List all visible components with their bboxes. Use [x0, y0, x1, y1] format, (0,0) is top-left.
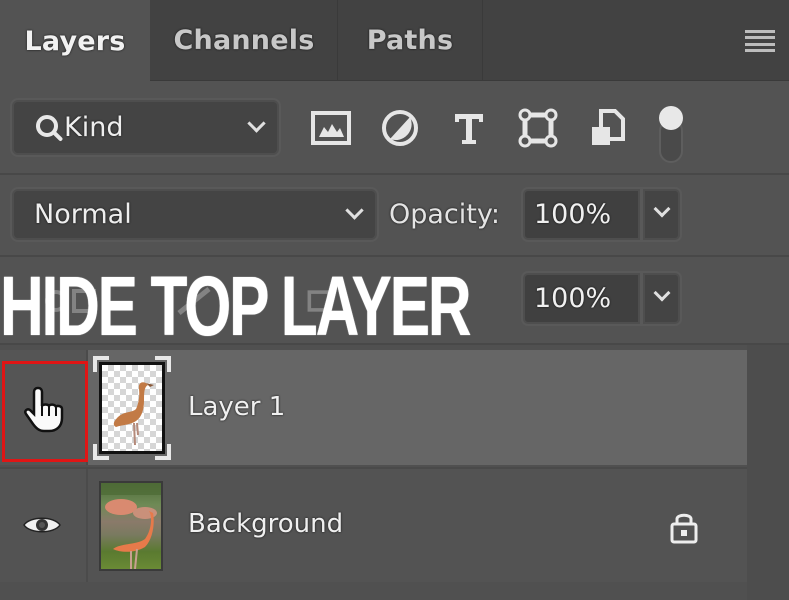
layer-name[interactable]: Layer 1 [188, 392, 285, 422]
opacity-input[interactable]: 100% [523, 189, 640, 240]
tab-channels[interactable]: Channels [151, 0, 338, 81]
layer-visibility-toggle[interactable] [0, 469, 88, 582]
flamingo-cutout-image [113, 382, 154, 446]
smart-object-filter-icon[interactable] [588, 102, 628, 154]
chevron-down-icon [247, 114, 266, 133]
filter-toggle-switch[interactable] [655, 104, 687, 166]
chevron-down-icon [653, 200, 671, 218]
blend-mode-value: Normal [34, 199, 132, 230]
chevron-down-icon [345, 201, 364, 220]
kind-filter-label: Kind [64, 112, 124, 143]
panel-tab-bar: Layers Channels Paths [0, 0, 789, 82]
type-layer-filter-icon[interactable] [450, 102, 488, 154]
lock-icon[interactable] [667, 509, 701, 545]
opacity-dropdown-button[interactable] [643, 189, 680, 240]
tab-paths[interactable]: Paths [338, 0, 483, 81]
layer-row[interactable]: Background [0, 467, 747, 582]
image-layer-filter-icon[interactable] [308, 102, 354, 154]
hand-cursor-icon [24, 386, 64, 433]
layers-list: Layer 1 Background [0, 345, 789, 600]
search-icon [36, 114, 58, 137]
flamingo-photo-image [101, 483, 161, 569]
adjustment-layer-filter-icon[interactable] [378, 102, 422, 154]
tab-layers[interactable]: Layers [0, 0, 150, 82]
layer-row[interactable]: Layer 1 [0, 350, 747, 465]
overlay-caption: HIDE TOP LAYER [0, 259, 472, 353]
layer-name[interactable]: Background [188, 509, 343, 539]
layer-visibility-toggle[interactable] [0, 350, 88, 465]
shape-layer-filter-icon[interactable] [516, 102, 560, 154]
fill-dropdown-button[interactable] [643, 273, 680, 324]
chevron-down-icon [653, 284, 671, 302]
blend-mode-select[interactable]: Normal [12, 189, 377, 240]
opacity-label: Opacity: [389, 199, 500, 230]
layer-thumbnail[interactable] [99, 481, 163, 571]
panel-menu-icon[interactable] [745, 30, 775, 52]
layers-scrollbar[interactable] [747, 345, 789, 600]
layer-filter-row: Kind [0, 82, 789, 175]
kind-filter-select[interactable]: Kind [12, 100, 279, 155]
fill-input[interactable]: 100% [523, 273, 640, 324]
blend-mode-row: Normal Opacity: 100% [0, 175, 789, 257]
eye-icon[interactable] [22, 513, 62, 537]
layer-thumbnail[interactable] [93, 356, 171, 460]
